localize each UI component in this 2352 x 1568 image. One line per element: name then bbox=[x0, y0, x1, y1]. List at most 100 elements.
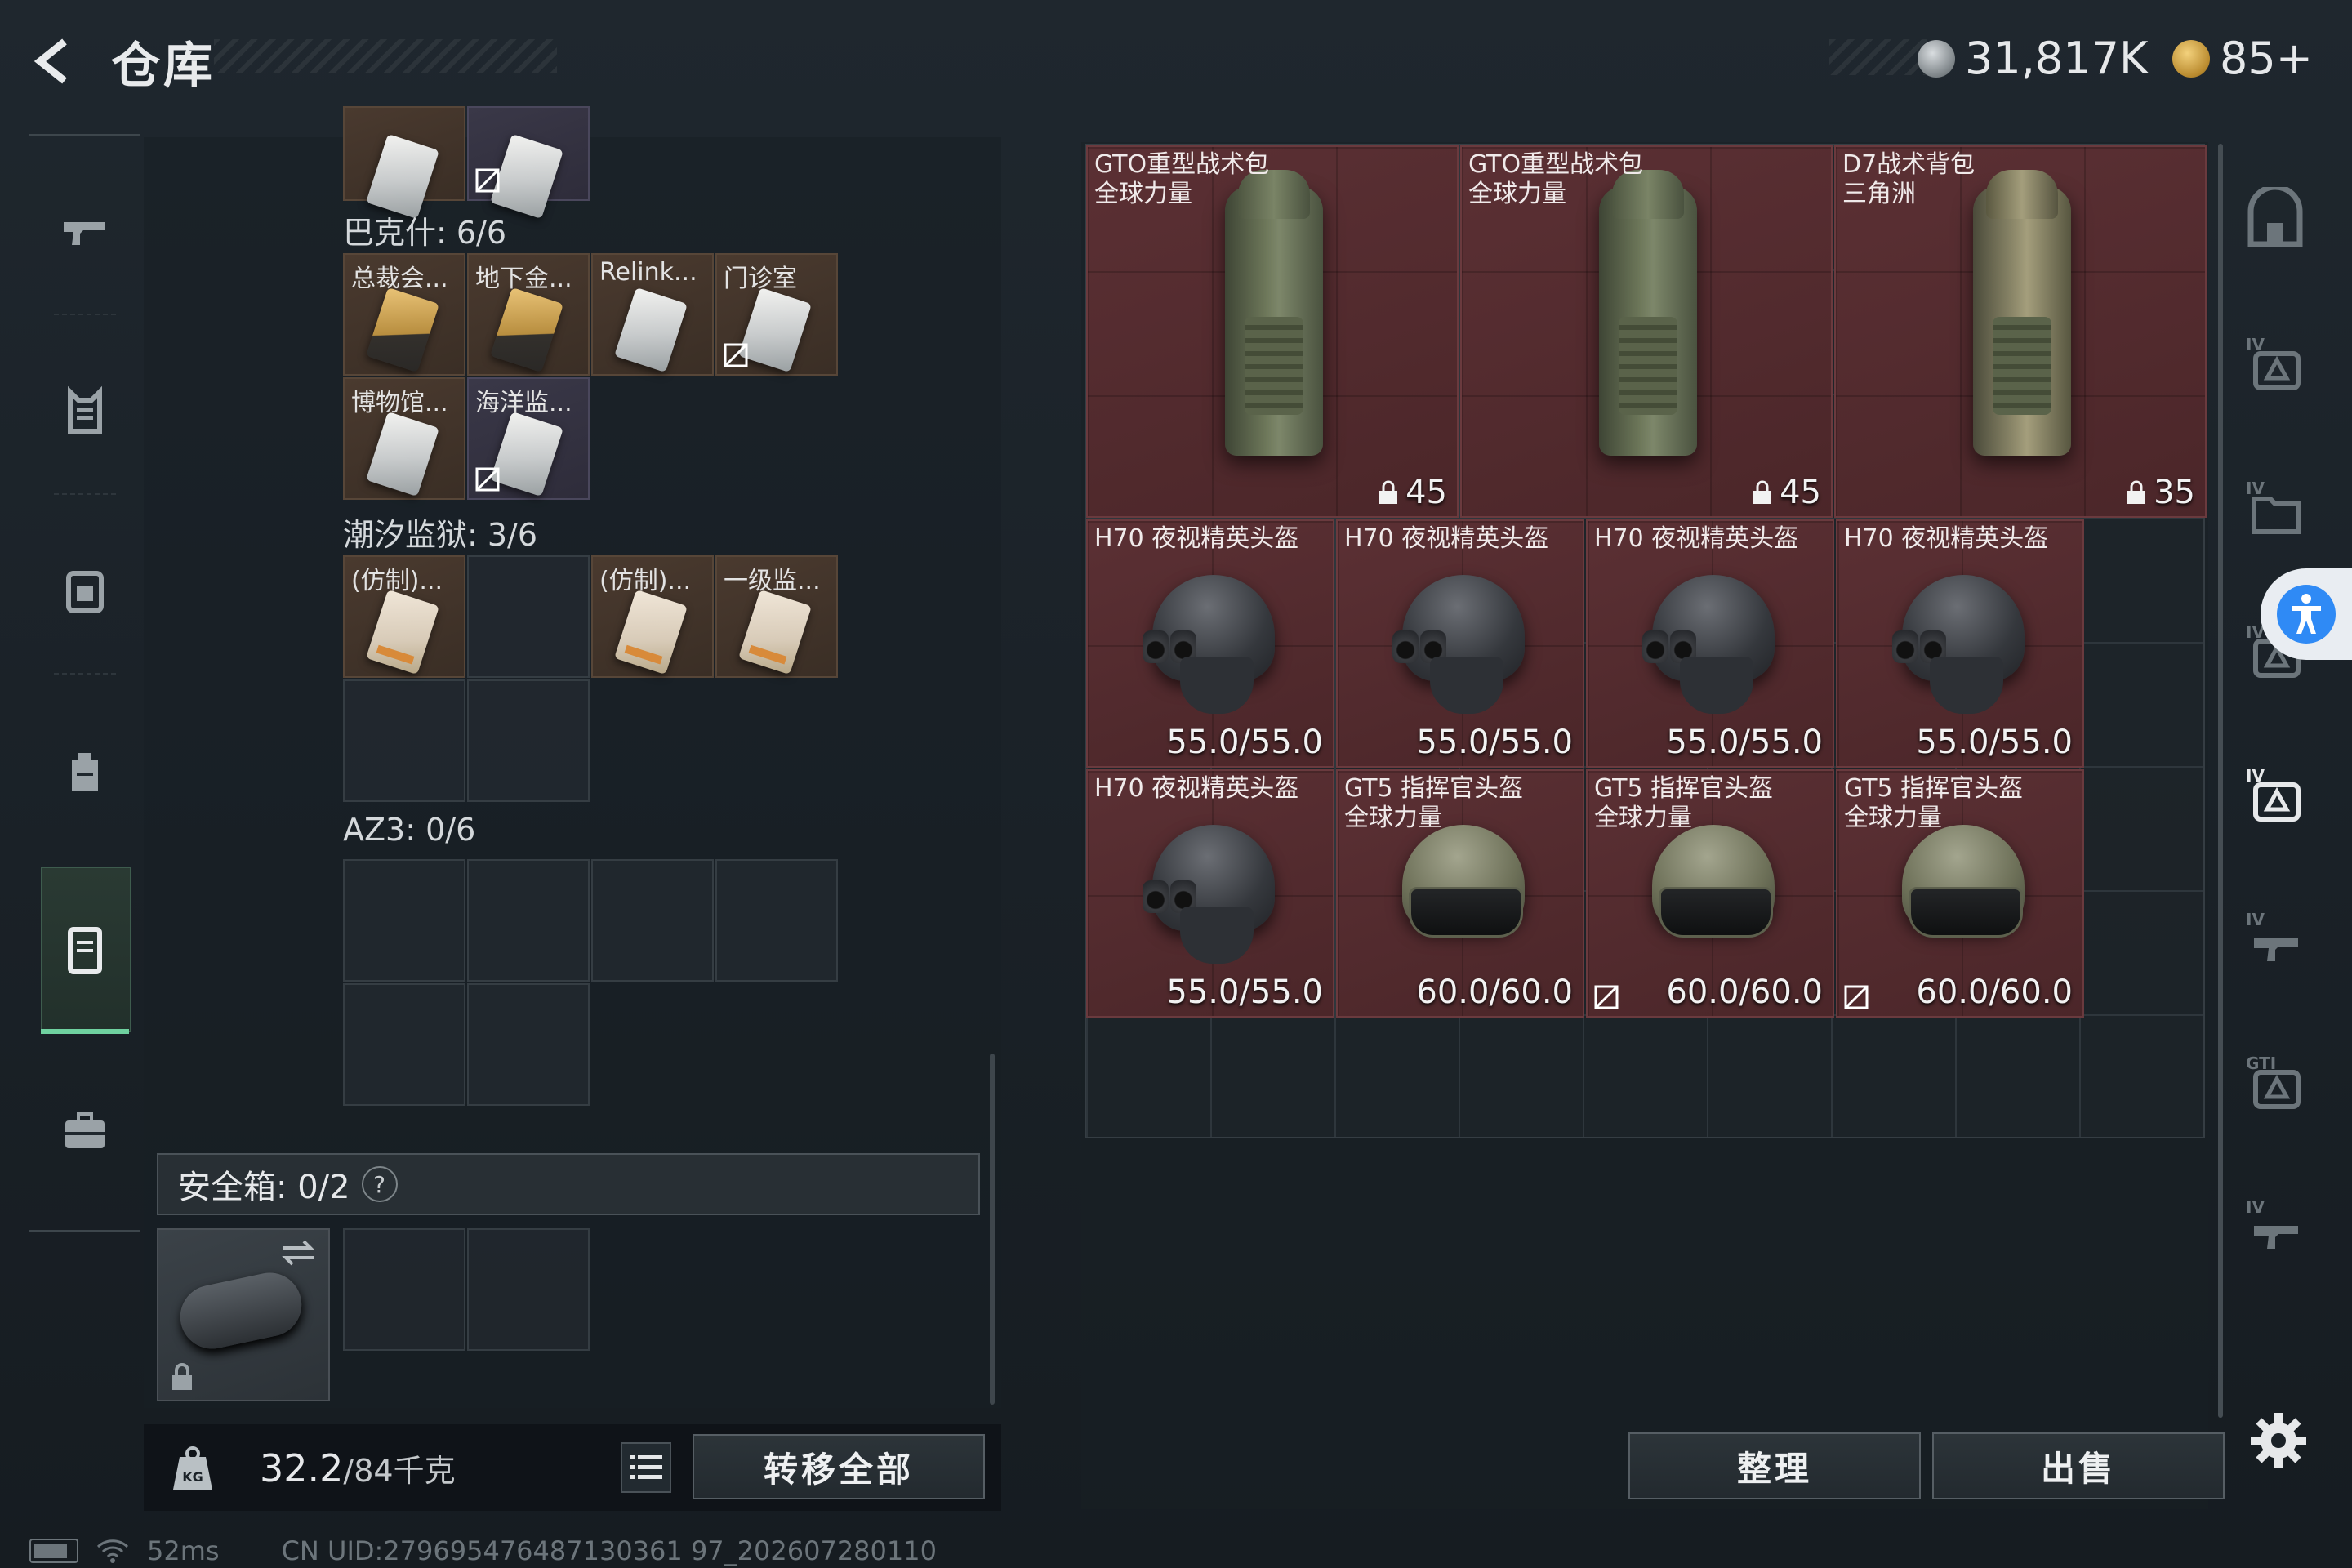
safebox-slot[interactable] bbox=[343, 1228, 466, 1351]
empty-slot[interactable] bbox=[467, 983, 590, 1106]
currency-decoration bbox=[1829, 39, 1927, 75]
weight-current: 32.2 bbox=[260, 1446, 344, 1490]
right-scrollbar[interactable] bbox=[2218, 144, 2223, 1418]
item-value: 60.0/60.0 bbox=[1916, 973, 2073, 1011]
container-tab[interactable]: IV bbox=[2234, 1181, 2316, 1271]
backpack-item[interactable]: GTO重型战术包 全球力量 45 bbox=[1460, 145, 1833, 518]
section-label: AZ3: 0/6 bbox=[343, 812, 476, 848]
item-value-text: 35 bbox=[2154, 474, 2195, 511]
container-tab[interactable]: IV bbox=[2234, 318, 2316, 408]
night-vision-helmet-icon bbox=[1134, 808, 1290, 972]
helmet-item[interactable]: H70 夜视精英头盔 55.0/55.0 bbox=[1086, 519, 1334, 768]
helmet-item[interactable]: H70 夜视精英头盔 55.0/55.0 bbox=[1586, 519, 1834, 768]
keycard-slot[interactable]: Relink... bbox=[591, 253, 714, 376]
empty-slot[interactable] bbox=[467, 555, 590, 678]
weight-max: /84千克 bbox=[343, 1453, 456, 1489]
safebox-item[interactable] bbox=[157, 1228, 330, 1401]
nav-weapons[interactable] bbox=[29, 183, 140, 281]
sort-button[interactable]: 整理 bbox=[1628, 1432, 1921, 1499]
nav-separator bbox=[54, 493, 116, 497]
keycard-slot[interactable]: (仿制)... bbox=[343, 555, 466, 678]
container-tab[interactable]: GTI bbox=[2234, 1037, 2316, 1127]
tier4-container-icon: IV bbox=[2246, 335, 2301, 390]
safebox-nav-icon bbox=[68, 927, 102, 974]
nav-bottom-line bbox=[29, 1230, 140, 1232]
nav-top-line bbox=[29, 134, 140, 136]
no-take-out-icon bbox=[724, 343, 748, 368]
back-button[interactable] bbox=[24, 33, 82, 90]
item-name: H70 夜视精英头盔 bbox=[1844, 524, 2049, 553]
currency-gold[interactable]: 85+ bbox=[2172, 33, 2313, 84]
accessibility-button[interactable] bbox=[2261, 568, 2352, 660]
lock-icon bbox=[172, 1363, 192, 1390]
keycard-icon bbox=[614, 287, 688, 373]
night-vision-helmet-icon bbox=[1134, 559, 1290, 722]
gear-icon[interactable] bbox=[2249, 1411, 2308, 1470]
commander-helmet-icon bbox=[1884, 808, 2039, 972]
safebox-header: 安全箱: 0/2 ? bbox=[157, 1153, 980, 1215]
empty-slot[interactable] bbox=[715, 859, 838, 982]
nav-safebox[interactable] bbox=[29, 902, 140, 1000]
keycard-slot[interactable]: 海洋监... bbox=[467, 377, 590, 500]
container-tab[interactable] bbox=[2234, 175, 2316, 265]
safebox-slot[interactable] bbox=[467, 1228, 590, 1351]
item-value: 55.0/55.0 bbox=[1416, 724, 1573, 761]
help-button[interactable]: ? bbox=[361, 1166, 398, 1202]
sell-button[interactable]: 出售 bbox=[1932, 1432, 2225, 1499]
empty-slot[interactable] bbox=[467, 859, 590, 982]
pistol-icon bbox=[64, 222, 105, 245]
keycard-slot[interactable]: 门诊室 bbox=[715, 253, 838, 376]
backpack-item[interactable]: D7战术背包 三角洲 35 bbox=[1834, 145, 2207, 518]
keycard-slot[interactable]: 总裁会... bbox=[343, 253, 466, 376]
keycard-slot[interactable]: 地下金... bbox=[467, 253, 590, 376]
helmet-item[interactable]: H70 夜视精英头盔 55.0/55.0 bbox=[1836, 519, 2084, 768]
keycard-slot[interactable]: (仿制)... bbox=[591, 555, 714, 678]
list-view-button[interactable] bbox=[621, 1442, 671, 1493]
empty-slot[interactable] bbox=[343, 859, 466, 982]
helmet-item[interactable]: H70 夜视精英头盔 55.0/55.0 bbox=[1086, 769, 1334, 1018]
svg-text:IV: IV bbox=[2246, 479, 2265, 498]
keycard-slot[interactable] bbox=[467, 106, 590, 220]
keycard-icon bbox=[366, 411, 439, 497]
empty-slot[interactable] bbox=[343, 983, 466, 1106]
nav-armor[interactable] bbox=[29, 363, 140, 461]
swap-icon[interactable] bbox=[279, 1236, 317, 1269]
helmet-item[interactable]: H70 夜视精英头盔 55.0/55.0 bbox=[1336, 519, 1584, 768]
briefcase-icon bbox=[65, 1112, 105, 1148]
accessibility-icon bbox=[2277, 585, 2336, 644]
backpack-item[interactable]: GTO重型战术包 全球力量 45 bbox=[1086, 145, 1459, 518]
container-tab[interactable]: IV bbox=[2234, 750, 2316, 840]
nav-briefcase[interactable] bbox=[29, 1081, 140, 1179]
container-tab[interactable]: IV bbox=[2234, 462, 2316, 552]
left-scrollbar[interactable] bbox=[990, 1054, 995, 1405]
empty-slot[interactable] bbox=[343, 679, 466, 802]
item-name: H70 夜视精英头盔 bbox=[1094, 774, 1299, 803]
helmet-item[interactable]: GT5 指挥官头盔 全球力量 60.0/60.0 bbox=[1586, 769, 1834, 1018]
empty-slot[interactable] bbox=[591, 859, 714, 982]
night-vision-helmet-icon bbox=[1884, 559, 2039, 722]
currency-silver[interactable]: 31,817K bbox=[1918, 33, 2148, 84]
keycard-slot[interactable] bbox=[343, 106, 466, 220]
keycard-icon bbox=[738, 589, 812, 675]
helmet-item[interactable]: GT5 指挥官头盔 全球力量 60.0/60.0 bbox=[1836, 769, 2084, 1018]
night-vision-helmet-icon bbox=[1384, 559, 1539, 722]
transfer-all-button[interactable]: 转移全部 bbox=[693, 1434, 985, 1499]
item-value: 35 bbox=[2126, 474, 2195, 511]
keycard-icon bbox=[490, 287, 564, 373]
empty-slot[interactable] bbox=[467, 679, 590, 802]
safebox-case-icon bbox=[174, 1267, 308, 1355]
nav-backpack[interactable] bbox=[29, 722, 140, 820]
nav-chest-rig[interactable] bbox=[29, 542, 140, 640]
silver-coin-icon bbox=[1918, 39, 1955, 78]
section-label: 巴克什: 6/6 bbox=[343, 215, 507, 251]
chest-rig-icon bbox=[66, 571, 104, 613]
helmet-item[interactable]: GT5 指挥官头盔 全球力量 60.0/60.0 bbox=[1336, 769, 1584, 1018]
item-value-text: 60.0/60.0 bbox=[1666, 973, 1823, 1011]
tier4-gun-icon: IV bbox=[2246, 910, 2298, 961]
container-tab[interactable]: IV bbox=[2234, 893, 2316, 983]
nav-active-indicator bbox=[41, 1029, 129, 1034]
page-title: 仓库 bbox=[111, 38, 216, 95]
keycard-slot[interactable]: 一级监... bbox=[715, 555, 838, 678]
keycard-slot[interactable]: 博物馆... bbox=[343, 377, 466, 500]
item-name: GT5 指挥官头盔 全球力量 bbox=[1594, 774, 1774, 832]
